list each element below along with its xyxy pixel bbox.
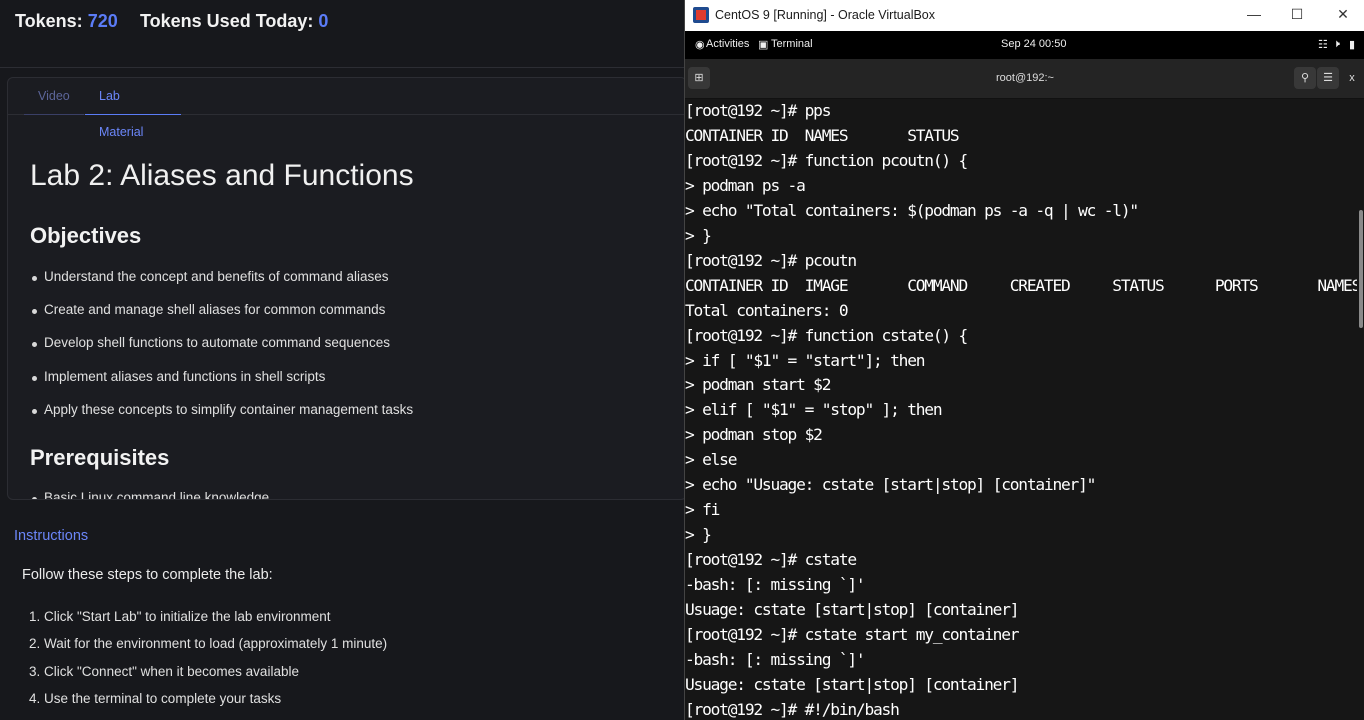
instruction-step: 1. Click "Start Lab" to initialize the l… — [29, 609, 331, 624]
tokens-used-label: Tokens Used Today: — [140, 11, 314, 31]
terminal-app-menu[interactable]: Terminal — [771, 38, 813, 50]
prerequisite-item: Basic Linux command line knowledge — [31, 490, 269, 499]
objective-item: Create and manage shell aliases for comm… — [31, 302, 386, 317]
instructions-intro: Follow these steps to complete the lab: — [22, 567, 273, 583]
objectives-heading: Objectives — [30, 223, 142, 248]
instructions-heading[interactable]: Instructions — [14, 528, 88, 544]
tokens-counter: Tokens: 720 — [15, 11, 118, 32]
terminal-line: Usuage: cstate [start|stop] [container] — [685, 674, 1019, 694]
terminal-line: > podman stop $2 — [685, 425, 823, 445]
terminal-line: > echo "Usuage: cstate [start|stop] [con… — [685, 475, 1096, 495]
terminal-line: CONTAINER ID IMAGE COMMAND CREATED STATU… — [685, 275, 1357, 295]
tokens-bar: Tokens: 720 Tokens Used Today: 0 — [0, 0, 684, 68]
volume-icon[interactable]: 🕨 — [1333, 38, 1340, 51]
terminal-line: > elif [ "$1" = "stop" ]; then — [685, 400, 943, 420]
terminal-line: -bash: [: missing `]' — [685, 649, 866, 669]
terminal-line: Usuage: cstate [start|stop] [container] — [685, 600, 1019, 620]
instruction-step: 2. Wait for the environment to load (app… — [29, 636, 388, 651]
instruction-step: 3. Click "Connect" when it becomes avail… — [29, 664, 299, 679]
virtualbox-logo-icon — [693, 7, 709, 23]
terminal-scrollbar[interactable] — [1359, 210, 1363, 328]
lab-content: Lab 2: Aliases and Functions Objectives … — [30, 115, 670, 499]
terminal-headerbar: ⊞ root@192:~ ⚲ ☰ x — [685, 59, 1364, 99]
terminal-line: -bash: [: missing `]' — [685, 575, 866, 595]
terminal-line: > podman ps -a — [685, 175, 806, 195]
network-icon[interactable]: ☷ — [1318, 38, 1328, 51]
activities-button[interactable]: Activities — [706, 38, 749, 50]
terminal-line: [root@192 ~]# cstate — [685, 550, 857, 570]
terminal-app-icon: ▣ — [758, 39, 769, 51]
terminal-line: > echo "Total containers: $(podman ps -a… — [685, 200, 1139, 220]
virtualbox-window: CentOS 9 [Running] - Oracle VirtualBox —… — [684, 0, 1364, 720]
objective-item: Develop shell functions to automate comm… — [32, 335, 390, 350]
tokens-used-counter: Tokens Used Today: 0 — [140, 11, 328, 32]
tokens-label: Tokens: — [15, 11, 83, 31]
terminal-line: > } — [685, 525, 712, 545]
search-icon[interactable]: ⚲ — [1294, 67, 1316, 89]
terminal-line: CONTAINER ID NAMES STATUS — [685, 125, 960, 145]
prerequisites-heading: Prerequisites — [30, 445, 170, 470]
tokens-used-value: 0 — [318, 11, 329, 31]
terminal-title: root@192:~ — [996, 72, 1054, 84]
tab-lab-material[interactable]: Lab Material — [85, 78, 181, 139]
maximize-icon[interactable]: ☐ — [1287, 6, 1307, 23]
activities-icon: ◉ — [695, 39, 705, 51]
clock[interactable]: Sep 24 00:50 — [1001, 38, 1066, 50]
terminal-line: [root@192 ~]# function cstate() { — [685, 325, 968, 345]
terminal-line: [root@192 ~]# cstate start my_container — [685, 625, 1019, 645]
terminal-line: [root@192 ~]# pcoutn — [685, 250, 857, 270]
objective-item: Apply these concepts to simplify contain… — [31, 402, 414, 417]
instruction-step: 4. Use the terminal to complete your tas… — [29, 691, 282, 706]
close-window-icon[interactable]: ✕ — [1333, 6, 1353, 23]
close-terminal-button[interactable]: x — [1341, 67, 1363, 89]
terminal-line: [root@192 ~]# #!/bin/bash — [685, 699, 900, 719]
gnome-top-bar: ◉ Activities ▣ Terminal Sep 24 00:50 ☷ 🕨… — [685, 31, 1364, 59]
tab-video[interactable]: Video — [24, 78, 84, 115]
terminal-line: > if [ "$1" = "start"]; then — [685, 350, 925, 370]
lab-material-card: Video Lab Material Lab 2: Aliases and Fu… — [7, 77, 687, 500]
tab-bar: Video Lab Material — [8, 78, 686, 139]
battery-icon[interactable]: ▮ — [1349, 38, 1355, 51]
terminal-line: > else — [685, 450, 737, 470]
lab-title: Lab 2: Aliases and Functions — [30, 159, 414, 192]
menu-icon[interactable]: ☰ — [1317, 67, 1339, 89]
tokens-value: 720 — [87, 11, 118, 31]
vbox-titlebar: CentOS 9 [Running] - Oracle VirtualBox —… — [685, 0, 1364, 31]
terminal-line: > podman start $2 — [685, 375, 831, 395]
objective-item: Implement aliases and functions in shell… — [31, 369, 326, 384]
objective-item: Understand the concept and benefits of c… — [31, 269, 389, 284]
terminal-line: > } — [685, 225, 712, 245]
terminal-line: [root@192 ~]# pps — [685, 101, 831, 120]
terminal-line: > fi — [685, 500, 720, 520]
vbox-window-title: CentOS 9 [Running] - Oracle VirtualBox — [715, 8, 936, 22]
lab-panel: Tokens: 720 Tokens Used Today: 0 Video L… — [0, 0, 687, 720]
terminal-output[interactable]: [root@192 ~]# pps CONTAINER ID NAMES STAT… — [685, 99, 1357, 720]
terminal-line: [root@192 ~]# function pcoutn() { — [685, 150, 968, 170]
minimize-icon[interactable]: — — [1244, 6, 1264, 22]
terminal-line: Total containers: 0 — [685, 300, 849, 320]
